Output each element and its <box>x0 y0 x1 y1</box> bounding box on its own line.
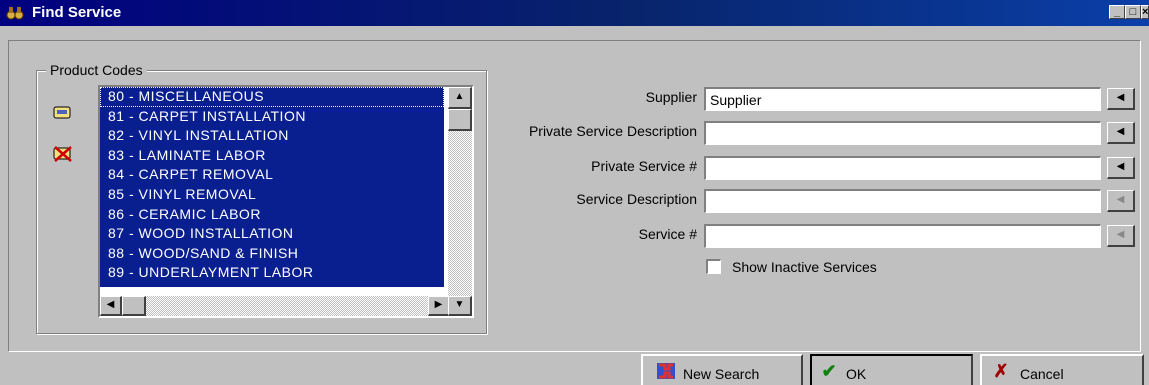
service-number-label: Service # <box>638 226 697 242</box>
private-service-number-field[interactable] <box>704 156 1101 180</box>
new-search-label: New Search <box>683 366 760 382</box>
scroll-up-icon: ▲ <box>454 91 465 102</box>
list-item[interactable]: 88 - WOOD/SAND & FINISH <box>100 244 444 264</box>
product-codes-label: Product Codes <box>46 62 147 78</box>
scroll-left-button[interactable]: ◀ <box>100 296 122 316</box>
ok-button[interactable]: ✔ OK <box>810 354 973 385</box>
clear-selection-icon[interactable] <box>52 144 74 164</box>
close-button[interactable]: × <box>1141 5 1149 19</box>
private-service-number-label: Private Service # <box>591 158 697 174</box>
list-item[interactable]: 89 - UNDERLAYMENT LABOR <box>100 263 444 283</box>
scroll-left-icon: ◀ <box>106 299 115 310</box>
ok-label: OK <box>846 366 867 382</box>
scroll-down-button[interactable]: ▼ <box>448 296 472 316</box>
select-all-icon[interactable] <box>52 103 74 123</box>
binoculars-icon <box>6 5 24 21</box>
horizontal-scrollbar[interactable]: ◀ ▶ <box>100 296 450 316</box>
arrow-left-icon: ◀ <box>1116 194 1125 205</box>
list-item[interactable]: 87 - WOOD INSTALLATION <box>100 224 444 244</box>
arrow-left-icon: ◀ <box>1116 229 1125 240</box>
supplier-lookup-button[interactable]: ◀ <box>1107 88 1135 110</box>
horizontal-scroll-thumb[interactable] <box>122 296 146 316</box>
close-icon: × <box>1142 6 1149 18</box>
private-service-number-lookup-button[interactable]: ◀ <box>1107 157 1135 179</box>
list-item[interactable]: 83 - LAMINATE LABOR <box>100 146 444 166</box>
list-item[interactable]: 85 - VINYL REMOVAL <box>100 185 444 205</box>
new-search-button[interactable]: New Search <box>641 354 803 385</box>
minimize-icon: _ <box>1113 6 1121 18</box>
vertical-scrollbar[interactable]: ▲ <box>448 87 472 296</box>
scroll-up-button[interactable]: ▲ <box>448 87 472 109</box>
show-inactive-checkbox[interactable] <box>706 259 721 274</box>
list-item[interactable]: 81 - CARPET INSTALLATION <box>100 107 444 127</box>
service-number-lookup-button[interactable]: ◀ <box>1107 225 1135 247</box>
product-codes-listbox[interactable]: 80 - MISCELLANEOUS 81 - CARPET INSTALLATI… <box>98 85 474 318</box>
list-item[interactable]: 84 - CARPET REMOVAL <box>100 165 444 185</box>
supplier-label: Supplier <box>645 89 697 105</box>
supplier-field[interactable] <box>704 87 1101 111</box>
scroll-right-icon: ▶ <box>434 299 443 310</box>
window-title: Find Service <box>32 4 122 21</box>
new-search-icon <box>655 361 677 381</box>
title-bar: Find Service _ □ × <box>0 0 1149 26</box>
product-codes-list[interactable]: 80 - MISCELLANEOUS 81 - CARPET INSTALLATI… <box>100 87 444 287</box>
arrow-left-icon: ◀ <box>1116 126 1125 137</box>
cancel-button[interactable]: ✗ Cancel <box>980 354 1144 385</box>
scroll-down-icon: ▼ <box>454 299 465 310</box>
scroll-right-button[interactable]: ▶ <box>428 296 450 316</box>
arrow-left-icon: ◀ <box>1116 161 1125 172</box>
show-inactive-label[interactable]: Show Inactive Services <box>732 258 877 276</box>
private-service-description-label: Private Service Description <box>528 123 697 139</box>
arrow-left-icon: ◀ <box>1116 92 1125 103</box>
list-item[interactable]: 86 - CERAMIC LABOR <box>100 205 444 225</box>
service-description-field[interactable] <box>704 189 1101 213</box>
x-cancel-icon: ✗ <box>993 361 1009 381</box>
list-item[interactable]: 97 - MODULAR CARPET TILE <box>100 283 444 287</box>
maximize-button[interactable]: □ <box>1125 5 1141 19</box>
maximize-icon: □ <box>1129 6 1137 18</box>
private-service-description-lookup-button[interactable]: ◀ <box>1107 122 1135 144</box>
service-number-field[interactable] <box>704 224 1101 248</box>
list-item[interactable]: 80 - MISCELLANEOUS <box>100 87 444 107</box>
private-service-description-field[interactable] <box>704 121 1101 145</box>
minimize-button[interactable]: _ <box>1109 5 1125 19</box>
cancel-label: Cancel <box>1020 366 1064 382</box>
service-description-lookup-button[interactable]: ◀ <box>1107 190 1135 212</box>
checkmark-icon: ✔ <box>821 361 837 381</box>
vertical-scroll-thumb[interactable] <box>448 109 472 131</box>
list-item[interactable]: 82 - VINYL INSTALLATION <box>100 126 444 146</box>
scrollbar-corner: ▼ <box>448 296 472 316</box>
service-description-label: Service Description <box>576 191 697 207</box>
